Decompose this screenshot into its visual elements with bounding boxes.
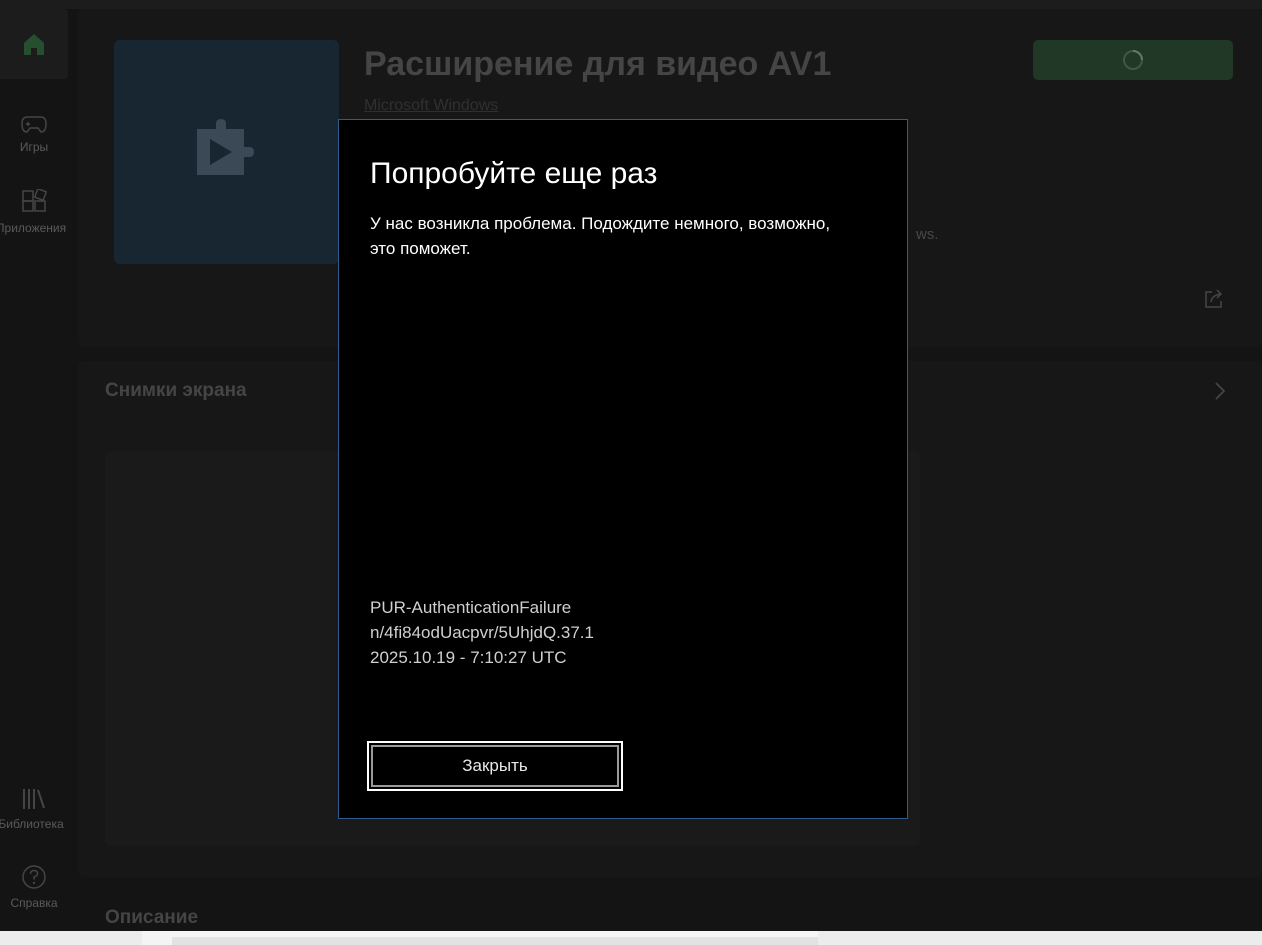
close-button[interactable]: Закрыть <box>367 741 623 791</box>
taskbar-segment <box>172 937 818 945</box>
bottom-strip <box>0 931 1262 945</box>
error-dialog: Попробуйте еще раз У нас возникла пробле… <box>338 119 908 819</box>
correlation-id: n/4fi84odUacpvr/5UhjdQ.37.1 <box>370 623 594 642</box>
error-code: PUR-AuthenticationFailure <box>370 598 572 617</box>
close-button-label: Закрыть <box>371 745 619 787</box>
error-details: PUR-AuthenticationFailure n/4fi84odUacpv… <box>370 595 594 670</box>
dialog-title: Попробуйте еще раз <box>370 157 658 190</box>
error-timestamp: 2025.10.19 - 7:10:27 UTC <box>370 648 567 667</box>
dialog-message: У нас возникла проблема. Подождите немно… <box>370 214 831 258</box>
